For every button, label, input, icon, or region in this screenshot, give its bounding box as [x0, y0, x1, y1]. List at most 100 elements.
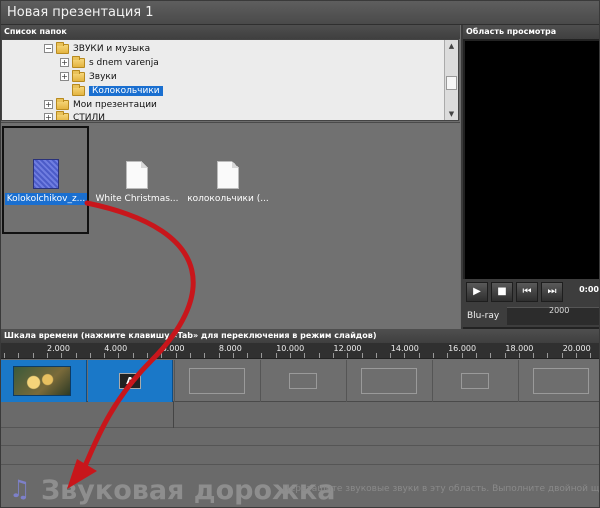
folder-tree[interactable]: − ЗВУКИ и музыка + s dnem varenja + Звуки К… — [1, 39, 459, 121]
photo-thumbnail — [13, 366, 71, 396]
ruler-tick — [32, 353, 34, 358]
ruler-tick — [361, 353, 363, 358]
preview-panel-title: Область просмотра — [466, 27, 557, 36]
ruler-tick-label: 14.000 — [390, 344, 419, 353]
voice-track[interactable] — [1, 446, 599, 465]
ruler-tick — [375, 353, 377, 358]
ruler-tick — [4, 353, 5, 358]
scroll-up-icon[interactable]: ▲ — [445, 40, 458, 52]
expand-icon[interactable]: + — [44, 100, 53, 109]
ruler-tick — [332, 353, 334, 358]
play-button[interactable]: ▶ — [466, 282, 488, 302]
scrollbar-thumb[interactable] — [446, 76, 457, 90]
empty-slide-slot[interactable] — [518, 360, 599, 402]
folder-icon — [56, 110, 69, 120]
next-button[interactable]: ⏭ — [541, 282, 563, 302]
window-title: Новая презентация 1 — [7, 5, 154, 20]
ruler-tick — [132, 353, 134, 358]
file-item-kolokolchiki[interactable]: колокольчики (... — [183, 161, 273, 205]
folder-icon — [56, 97, 69, 110]
preview-screen — [465, 41, 599, 301]
skip-forward-icon: ⏭ — [547, 286, 557, 297]
tree-item-my-presentations[interactable]: + Мои презентации — [44, 97, 157, 112]
folder-icon — [56, 41, 69, 54]
timeline-ruler[interactable]: 2.000 4.000 6.000 8.000 10.000 12.000 14.000 16… — [1, 343, 599, 359]
ruler-tick — [218, 353, 220, 358]
file-item-white-christmas[interactable]: White Christmas... — [92, 161, 182, 205]
slot-frame — [461, 373, 489, 389]
text-track[interactable] — [1, 428, 599, 446]
skip-back-icon: ⏮ — [522, 286, 532, 297]
file-browser[interactable]: Kolokolchikov_z... White Christmas... ко… — [1, 122, 460, 329]
ruler-tick — [189, 353, 191, 358]
capacity-ruler: 2000 — [507, 306, 599, 325]
transition-track[interactable] — [1, 402, 599, 428]
time-readout: 0:00 — [579, 285, 599, 294]
folder-tree-scrollbar[interactable]: ▲ ▼ — [444, 40, 458, 120]
app-window: Новая презентация 1 Список папок − ЗВУКИ … — [0, 0, 600, 508]
tree-item-sounds-music[interactable]: − ЗВУКИ и музыка — [44, 41, 151, 56]
empty-slide-slot[interactable] — [174, 360, 260, 402]
tree-item-label: s dnem varenja — [89, 58, 159, 68]
ruler-tick — [161, 353, 163, 358]
ruler-tick — [118, 353, 120, 358]
ruler-tick — [418, 353, 420, 358]
music-note-icon: ♫ — [9, 475, 31, 503]
text-clip[interactable]: A — [88, 360, 173, 402]
photo-clip[interactable] — [1, 360, 87, 402]
previous-button[interactable]: ⏮ — [516, 282, 538, 302]
preview-panel-header: Область просмотра — [463, 25, 599, 39]
folders-panel-header: Список папок — [1, 25, 460, 39]
ruler-tick — [304, 353, 306, 358]
window-title-bar: Новая презентация 1 — [1, 1, 599, 25]
timeline-header: Шкала времени (нажмите клавишу «Tab» для… — [1, 329, 599, 343]
ruler-tick-label: 16.000 — [448, 344, 477, 353]
ruler-tick — [590, 353, 592, 358]
ruler-tick — [175, 353, 177, 358]
file-label: White Christmas... — [95, 194, 179, 204]
slide-track[interactable]: A — [1, 360, 599, 402]
collapse-icon[interactable]: − — [44, 44, 53, 53]
folder-icon — [72, 55, 85, 68]
expand-icon[interactable]: + — [60, 58, 69, 67]
ruler-tick — [275, 353, 277, 358]
tree-item-styles[interactable]: + СТИЛИ — [44, 110, 106, 121]
tree-item-zvuki[interactable]: + Звуки — [60, 69, 117, 84]
document-icon — [126, 161, 148, 189]
ruler-tick — [89, 353, 91, 358]
ruler-tick — [204, 353, 206, 358]
tree-item-kolokolchiki[interactable]: Колокольчики — [72, 83, 163, 98]
ruler-tick — [232, 353, 234, 358]
ruler-tick-label: 18.000 — [505, 344, 534, 353]
ruler-tick — [390, 353, 392, 358]
ruler-tick — [104, 353, 106, 358]
slot-frame — [533, 368, 589, 394]
expand-icon[interactable]: + — [60, 72, 69, 81]
ruler-tick — [547, 353, 549, 358]
ruler-tick-label: 4.000 — [104, 344, 128, 353]
tree-item-label: СТИЛИ — [73, 113, 106, 121]
empty-slide-slot[interactable] — [346, 360, 432, 402]
slot-frame — [361, 368, 417, 394]
audio-track-hint: Перетащите звуковые звуки в эту область.… — [283, 484, 600, 494]
file-item-kolokolchikov[interactable]: Kolokolchikov_z... — [1, 159, 91, 205]
ruler-tick-label: 2.000 — [47, 344, 70, 353]
empty-slide-slot[interactable] — [432, 360, 518, 402]
file-label: Kolokolchikov_z... — [4, 193, 88, 205]
tree-item-s-dnem-varenja[interactable]: + s dnem varenja — [60, 55, 159, 70]
ruler-tick — [447, 353, 449, 358]
tree-item-label: ЗВУКИ и музыка — [73, 44, 151, 54]
expand-icon[interactable]: + — [44, 113, 53, 120]
ruler-tick — [46, 353, 48, 358]
ruler-tick — [318, 353, 320, 358]
scroll-down-icon[interactable]: ▼ — [445, 108, 458, 120]
ruler-tick — [461, 353, 463, 358]
play-icon: ▶ — [473, 286, 481, 297]
audio-track[interactable]: ♫ Звуковая дорожка Перетащите звуковые з… — [1, 465, 600, 507]
audio-file-icon — [33, 159, 59, 189]
text-clip-icon: A — [119, 373, 141, 389]
folder-icon — [72, 83, 85, 96]
stop-button[interactable]: ■ — [491, 282, 513, 302]
ruler-tick — [147, 353, 148, 358]
empty-slide-slot[interactable] — [260, 360, 346, 402]
